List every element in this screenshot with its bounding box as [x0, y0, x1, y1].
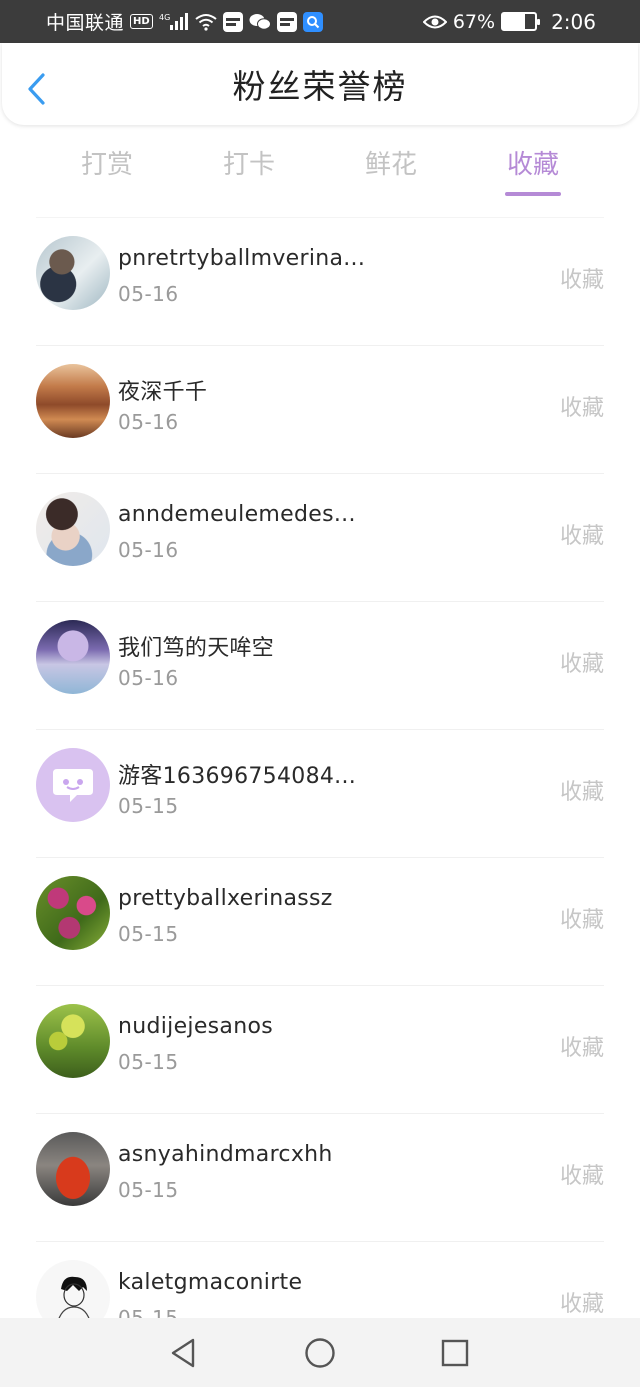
user-name: pnretrtyballmverina...: [118, 246, 366, 271]
wechat-icon: [249, 13, 271, 31]
action-label: 收藏: [559, 1292, 604, 1317]
battery-percent: 67%: [452, 10, 496, 33]
signal-icon: 4G: [159, 12, 189, 32]
avatar: [36, 1004, 110, 1078]
date: 05-15: [118, 794, 179, 818]
avatar: [36, 364, 110, 438]
date: 05-16: [118, 282, 179, 306]
carrier-label: 中国联通: [46, 12, 125, 34]
user-name: 夜深千千: [118, 380, 208, 405]
list-item[interactable]: 游客163696754084... 05-15 收藏: [36, 729, 604, 857]
tab-reward[interactable]: 打赏: [47, 144, 167, 181]
user-name: prettyballxerinassz: [118, 886, 333, 911]
avatar: [36, 620, 110, 694]
network-type-label: 4G: [159, 13, 170, 22]
clock: 2:06: [551, 9, 596, 34]
date: 05-15: [118, 922, 179, 946]
tab-bar: 打赏 打卡 鲜花 收藏: [0, 130, 640, 200]
app-icon: [276, 11, 297, 32]
battery-fill: [503, 14, 525, 29]
back-triangle-icon: [171, 1338, 195, 1368]
date: 05-16: [118, 410, 179, 434]
user-name: nudijejesanos: [118, 1014, 273, 1039]
action-label: 收藏: [559, 1036, 604, 1061]
date: 05-15: [118, 1178, 179, 1202]
chevron-left-icon: [28, 73, 45, 105]
fan-list: pnretrtyballmverina... 05-16 收藏 夜深千千 05-…: [0, 217, 640, 1369]
search-app-icon: [302, 11, 323, 32]
battery-icon: [501, 12, 541, 31]
avatar: [36, 236, 110, 310]
hd-icon: HD: [130, 14, 153, 29]
action-label: 收藏: [559, 1164, 604, 1189]
tab-flowers[interactable]: 鲜花: [331, 144, 451, 181]
status-right: 67% 2:06: [422, 9, 596, 34]
user-name: kaletgmaconirte: [118, 1270, 303, 1295]
eye-icon: [422, 14, 447, 30]
header: 粉丝荣誉榜: [2, 43, 638, 125]
action-label: 收藏: [559, 908, 604, 933]
action-label: 收藏: [559, 780, 604, 805]
tab-favorites[interactable]: 收藏: [473, 144, 593, 181]
date: 05-15: [118, 1050, 179, 1074]
action-label: 收藏: [559, 524, 604, 549]
nav-back-button[interactable]: [165, 1335, 201, 1371]
recents-square-icon: [441, 1339, 469, 1367]
user-name: anndemeulemedes...: [118, 502, 356, 527]
user-name: asnyahindmarcxhh: [118, 1142, 333, 1167]
list-item[interactable]: anndemeulemedes... 05-16 收藏: [36, 473, 604, 601]
status-left: 中国联通 HD 4G: [46, 8, 323, 35]
back-button[interactable]: [22, 71, 50, 107]
active-tab-indicator: [505, 192, 561, 196]
user-name: 我们笃的天哞空: [118, 636, 275, 661]
nav-home-button[interactable]: [302, 1335, 338, 1371]
avatar: [36, 876, 110, 950]
date: 05-16: [118, 666, 179, 690]
page-title: 粉丝荣誉榜: [232, 67, 408, 106]
list-item[interactable]: 我们笃的天哞空 05-16 收藏: [36, 601, 604, 729]
guest-chat-icon: [53, 769, 93, 802]
status-bar: 中国联通 HD 4G 67% 2:06: [0, 0, 640, 43]
screen: 中国联通 HD 4G 67% 2:06 粉丝荣誉榜 打赏 打卡 鲜花 收藏 pn…: [0, 0, 640, 1387]
list-item[interactable]: 夜深千千 05-16 收藏: [36, 345, 604, 473]
tab-checkin[interactable]: 打卡: [189, 144, 309, 181]
avatar: [36, 1132, 110, 1206]
list-item[interactable]: asnyahindmarcxhh 05-15 收藏: [36, 1113, 604, 1241]
home-circle-icon: [305, 1338, 335, 1368]
user-name: 游客163696754084...: [118, 764, 357, 789]
wifi-icon: [195, 13, 217, 31]
action-label: 收藏: [559, 396, 604, 421]
action-label: 收藏: [559, 652, 604, 677]
list-item[interactable]: nudijejesanos 05-15 收藏: [36, 985, 604, 1113]
system-nav-bar: [0, 1318, 640, 1387]
date: 05-16: [118, 538, 179, 562]
nav-recents-button[interactable]: [437, 1335, 473, 1371]
app-icon: [222, 11, 243, 32]
action-label: 收藏: [559, 268, 604, 293]
list-item[interactable]: pnretrtyballmverina... 05-16 收藏: [36, 217, 604, 345]
list-item[interactable]: prettyballxerinassz 05-15 收藏: [36, 857, 604, 985]
avatar: [36, 748, 110, 822]
avatar: [36, 492, 110, 566]
